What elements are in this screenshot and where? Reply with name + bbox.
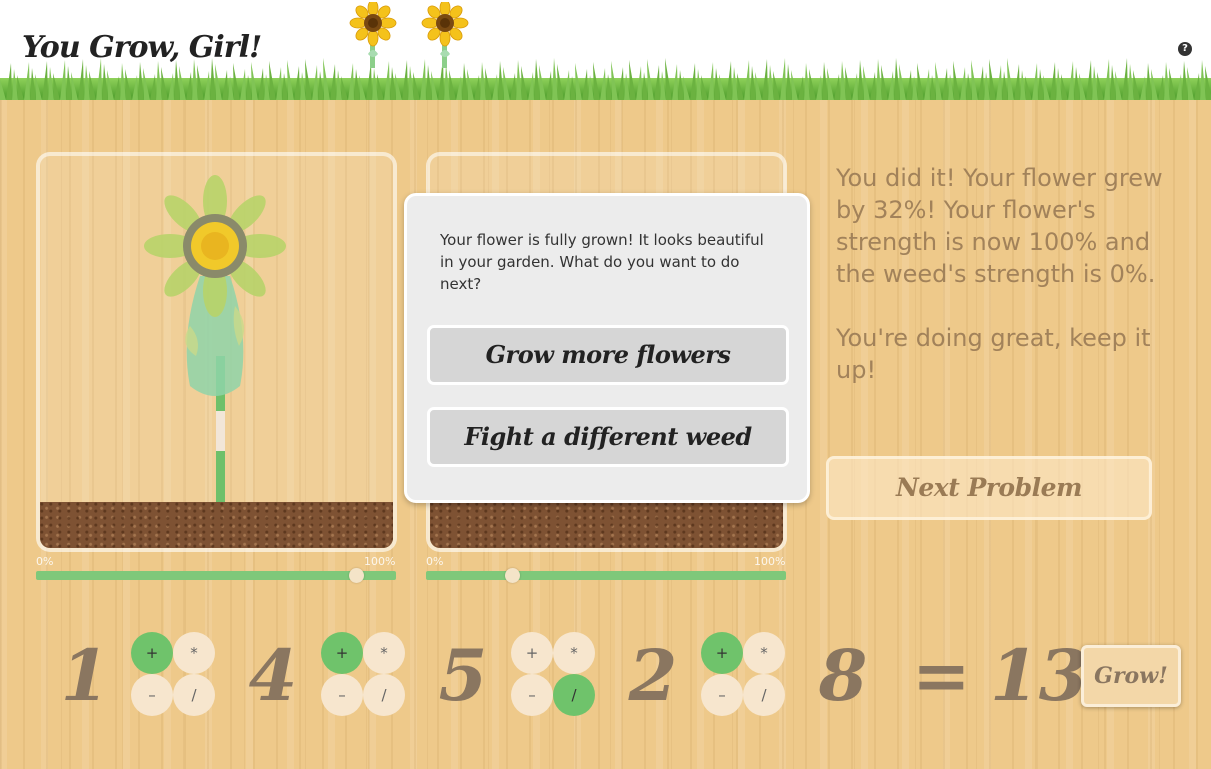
target-result: 13 <box>990 634 1088 717</box>
times-operator[interactable]: * <box>743 632 785 674</box>
feedback-text: You did it! Your flower grew by 32%! You… <box>836 162 1191 418</box>
feedback-encouragement: You're doing great, keep it up! <box>836 324 1151 384</box>
dialog-message: Your flower is fully grown! It looks bea… <box>440 231 764 293</box>
minus-operator[interactable]: – <box>131 674 173 716</box>
soil <box>430 502 783 548</box>
weed-strength-handle[interactable] <box>505 568 521 583</box>
minus-operator[interactable]: – <box>701 674 743 716</box>
soil <box>40 502 393 548</box>
flower-panel <box>36 152 397 552</box>
flower-strength-handle[interactable] <box>349 568 365 583</box>
header-bar: You Grow, Girl! ? <box>0 0 1211 100</box>
left-max-label: 100% <box>364 555 396 568</box>
app-title: You Grow, Girl! <box>22 30 262 65</box>
times-operator[interactable]: * <box>553 632 595 674</box>
times-operator[interactable]: * <box>173 632 215 674</box>
next-problem-button[interactable]: Next Problem <box>826 456 1152 520</box>
feedback-result: You did it! Your flower grew by 32%! You… <box>836 164 1163 288</box>
equation-number: 2 <box>628 634 678 717</box>
left-min-label: 0% <box>36 555 54 568</box>
sunflower-icon <box>421 2 469 68</box>
equation-number: 4 <box>248 634 298 717</box>
minus-operator[interactable]: – <box>321 674 363 716</box>
divide-operator[interactable]: / <box>553 674 595 716</box>
plus-operator[interactable]: + <box>701 632 743 674</box>
times-operator[interactable]: * <box>363 632 405 674</box>
help-icon[interactable]: ? <box>1178 42 1192 56</box>
flower-strength-slider[interactable] <box>36 568 396 583</box>
equation-number: 5 <box>438 634 488 717</box>
equation-number: 1 <box>60 634 110 717</box>
divide-operator[interactable]: / <box>363 674 405 716</box>
flower-illustration <box>144 175 286 526</box>
right-max-label: 100% <box>754 555 786 568</box>
completion-dialog: Your flower is fully grown! It looks bea… <box>404 193 810 503</box>
fight-different-weed-button[interactable]: Fight a different weed <box>427 407 789 467</box>
plus-operator[interactable]: + <box>511 632 553 674</box>
plus-operator[interactable]: + <box>131 632 173 674</box>
right-min-label: 0% <box>426 555 444 568</box>
grow-more-flowers-button[interactable]: Grow more flowers <box>427 325 789 385</box>
divide-operator[interactable]: / <box>743 674 785 716</box>
weed-strength-slider[interactable] <box>426 568 786 583</box>
divide-operator[interactable]: / <box>173 674 215 716</box>
grow-button[interactable]: Grow! <box>1081 645 1181 707</box>
minus-operator[interactable]: – <box>511 674 553 716</box>
plus-operator[interactable]: + <box>321 632 363 674</box>
equation-number: 8 <box>818 634 868 717</box>
equals-sign: = <box>912 634 971 717</box>
sunflower-icon <box>349 2 397 68</box>
